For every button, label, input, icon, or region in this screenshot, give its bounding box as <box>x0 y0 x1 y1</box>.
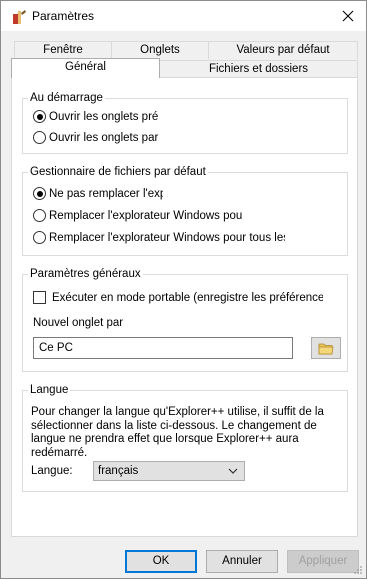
tab-onglets[interactable]: Onglets <box>111 41 209 59</box>
radio-button[interactable] <box>33 209 46 222</box>
window-title: Paramètres <box>32 9 95 23</box>
file-manager-group: Gestionnaire de fichiers par défaut Ne p… <box>22 165 348 256</box>
file-manager-option-label: Ne pas remplacer l'explo <box>49 187 163 200</box>
cancel-button[interactable]: Annuler <box>206 550 278 573</box>
startup-option-label: Ouvrir les onglets par <box>49 131 159 144</box>
language-group-title: Langue <box>28 383 71 397</box>
file-manager-option-folders[interactable]: Remplacer l'explorateur Windows pour le <box>33 209 243 222</box>
resize-grip-icon[interactable] <box>353 565 363 575</box>
general-settings-group-title: Paramètres généraux <box>28 267 143 281</box>
startup-group: Au démarrage Ouvrir les onglets pré Ouvr… <box>22 91 348 154</box>
tab-fichiers-et-dossiers[interactable]: Fichiers et dossiers <box>159 60 358 78</box>
language-label: Langue: <box>31 465 73 477</box>
apply-button[interactable]: Appliquer <box>287 550 359 573</box>
startup-option-label: Ouvrir les onglets pré <box>49 110 159 123</box>
new-tab-path-input[interactable]: Ce PC <box>33 337 293 359</box>
portable-mode-label: Exécuter en mode portable (enregistre le… <box>52 291 323 304</box>
radio-button-checked[interactable] <box>33 187 46 200</box>
radio-button[interactable] <box>33 231 46 244</box>
settings-dialog: Paramètres Fenêtre Onglets Valeurs par d… <box>0 0 367 579</box>
new-tab-label: Nouvel onglet par <box>33 317 124 329</box>
language-selected-value: français <box>98 465 139 477</box>
file-manager-group-title: Gestionnaire de fichiers par défaut <box>28 165 208 179</box>
close-icon <box>342 10 354 22</box>
app-icon <box>13 10 26 24</box>
chevron-down-icon <box>228 468 238 474</box>
file-manager-option-none[interactable]: Ne pas remplacer l'explo <box>33 187 163 200</box>
file-manager-option-label: Remplacer l'explorateur Windows pour le <box>49 209 243 222</box>
file-manager-option-all[interactable]: Remplacer l'explorateur Windows pour tou… <box>33 231 285 244</box>
file-manager-option-label: Remplacer l'explorateur Windows pour tou… <box>49 231 285 244</box>
title-bar: Paramètres <box>1 1 366 31</box>
tab-valeurs-par-defaut[interactable]: Valeurs par défaut <box>208 41 358 59</box>
language-description: Pour changer la langue qu'Explorer++ uti… <box>31 406 324 459</box>
startup-group-title: Au démarrage <box>28 91 105 105</box>
radio-button-checked[interactable] <box>33 110 46 123</box>
startup-option-default[interactable]: Ouvrir les onglets par <box>33 131 163 144</box>
ok-button[interactable]: OK <box>125 550 197 573</box>
tab-general[interactable]: Général <box>11 58 160 78</box>
startup-option-restore[interactable]: Ouvrir les onglets pré <box>33 110 163 123</box>
language-select[interactable]: français <box>93 461 245 481</box>
language-group: Langue Pour changer la langue qu'Explore… <box>22 383 348 492</box>
portable-mode-option[interactable]: Exécuter en mode portable (enregistre le… <box>33 291 323 304</box>
browse-folder-button[interactable] <box>311 337 341 359</box>
radio-button[interactable] <box>33 131 46 144</box>
portable-mode-checkbox[interactable] <box>33 291 46 304</box>
close-button[interactable] <box>330 1 366 31</box>
folder-icon <box>318 343 334 354</box>
general-tab-panel: Au démarrage Ouvrir les onglets pré Ouvr… <box>11 77 358 537</box>
general-settings-group: Paramètres généraux Exécuter en mode por… <box>22 267 348 372</box>
tab-fenetre[interactable]: Fenêtre <box>14 41 112 59</box>
